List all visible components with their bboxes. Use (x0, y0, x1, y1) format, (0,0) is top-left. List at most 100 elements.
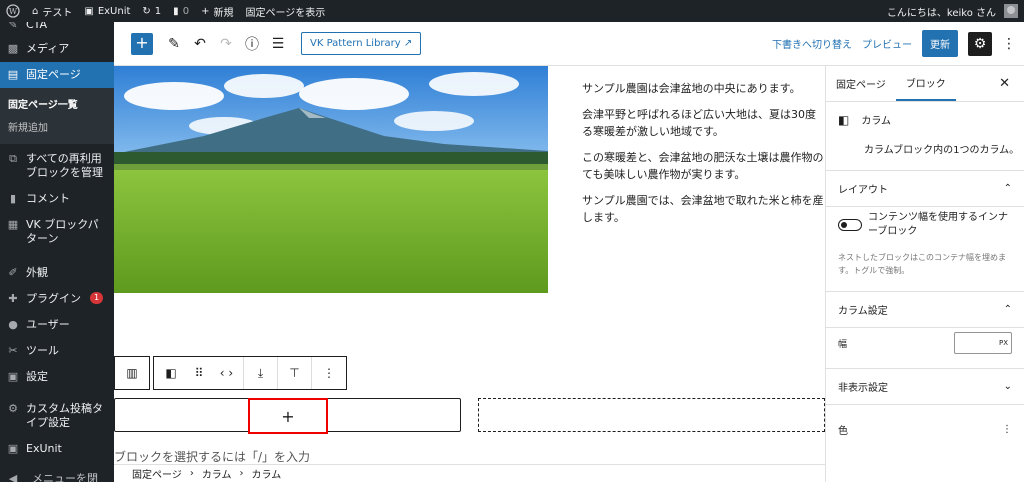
redo-icon[interactable]: ↷ (213, 36, 239, 52)
chevron-right-icon: › (239, 468, 244, 479)
layout-panel-header[interactable]: レイアウト ⌃ (826, 171, 1024, 207)
drag-handle-icon[interactable]: ⠿ (188, 357, 210, 389)
breadcrumb-item[interactable]: カラム (252, 466, 282, 481)
collapse-icon: ◀ (8, 472, 18, 482)
align-top-icon[interactable]: ⊤ (278, 357, 312, 389)
sidebar-item-comments[interactable]: ▮ コメント (0, 186, 114, 212)
user-account-link[interactable]: こんにちは、keiko さん (881, 0, 1024, 22)
block-options-icon[interactable]: ⋮ (312, 357, 346, 389)
paragraph[interactable]: この寒暖差と、会津盆地の肥沃な土壌は農作物の ても美味しい農作物が実ります。 (582, 149, 825, 183)
preview-button[interactable]: プレビュー (862, 36, 912, 51)
color-panel-header[interactable]: 色 ⋮ (826, 405, 1024, 453)
admin-sidebar: ✎ CTA ▩ メディア ▤ 固定ページ 固定ページ一覧 新規追加 ⧉ すべての再利用ブ… (0, 22, 114, 482)
column-settings-panel-header[interactable]: カラム設定 ⌃ (826, 292, 1024, 328)
switch-to-draft-button[interactable]: 下書きへ切り替え (772, 36, 852, 51)
column-block-icon[interactable]: ◧ (154, 357, 188, 389)
tab-block[interactable]: ブロック (895, 66, 956, 101)
width-label: 幅 (838, 339, 848, 350)
add-block-button[interactable]: + (248, 398, 328, 434)
sidebar-item-custom-post-types[interactable]: ⚙ カスタム投稿タイプ設定 (0, 396, 114, 436)
farm-landscape-image[interactable] (114, 66, 548, 293)
appearance-icon: ✐ (8, 266, 18, 279)
inner-blocks-width-toggle[interactable] (838, 219, 862, 231)
sidebar-collapse-menu[interactable]: ◀メニューを閉じる (0, 466, 114, 482)
avatar (1004, 4, 1018, 18)
vertical-align-icon[interactable]: ⤓ (244, 357, 278, 389)
tools-icon: ✂ (8, 344, 18, 357)
pages-icon: ▤ (7, 68, 19, 81)
new-content-link[interactable]: + 新規 (195, 0, 239, 22)
list-view-icon[interactable]: ☰ (265, 36, 291, 52)
sidebar-item-vk-block-patterns[interactable]: ▦ VK ブロックパターン (0, 212, 114, 252)
reusable-icon: ⧉ (9, 152, 17, 165)
plugins-update-badge: 1 (90, 292, 104, 304)
site-name-link[interactable]: ⌂ テスト (26, 0, 78, 22)
chevron-up-icon: ⌃ (1003, 183, 1012, 194)
paragraph[interactable]: 会津平野と呼ばれるほど広い大地は、夏は30度 る寒暖差が激しい地域です。 (582, 106, 825, 140)
plus-icon: + (201, 5, 210, 17)
more-options-icon[interactable]: ⋮ (1002, 36, 1016, 52)
block-tools-group: ◧ ⠿ ‹ › ⤓ ⊤ ⋮ (153, 356, 347, 390)
external-link-icon: ↗ (403, 38, 413, 49)
users-icon: ● (8, 318, 18, 331)
exunit-link[interactable]: ▣ ExUnit (78, 0, 136, 22)
breadcrumb-item[interactable]: 固定ページ (132, 466, 182, 481)
sidebar-item-plugins[interactable]: ✚ プラグイン 1 (0, 286, 114, 312)
updates-link[interactable]: ↻ 1 (136, 0, 167, 22)
parent-block-group: ▥ (114, 356, 150, 390)
sidebar-item-cta[interactable]: ✎ CTA (0, 22, 114, 36)
breadcrumb-item[interactable]: カラム (202, 466, 232, 481)
editor-toolbar: + ✎ ↶ ↷ ⓘ ☰ VK Pattern Library ↗ 下書きへ切り替… (114, 22, 1024, 66)
settings-sidebar: 固定ページ ブロック ✕ ◧ カラム カラムブロック内の1つのカラム。 レイアウ… (825, 66, 1024, 482)
info-icon[interactable]: ⓘ (239, 34, 265, 54)
exunit-icon: ▣ (84, 5, 94, 17)
sidebar-item-exunit[interactable]: ▣ ExUnit (0, 436, 114, 462)
settings-gear-icon[interactable]: ⚙ (968, 31, 992, 56)
vk-pattern-library-button[interactable]: VK Pattern Library ↗ (301, 32, 422, 55)
width-input[interactable]: PX (954, 332, 1012, 354)
block-description: カラムブロック内の1つのカラム。 (864, 145, 1020, 156)
submenu-add-new[interactable]: 新規追加 (0, 115, 114, 138)
editor-canvas: サンプル農園は会津盆地の中央にあります。 会津平野と呼ばれるほど広い大地は、夏は… (114, 66, 825, 482)
paragraph[interactable]: サンプル農園は会津盆地の中央にあります。 (582, 80, 825, 97)
comments-icon: ▮ (9, 192, 17, 205)
chevron-up-icon: ⌃ (1003, 304, 1012, 315)
tab-page[interactable]: 固定ページ (826, 66, 896, 101)
sidebar-item-appearance[interactable]: ✐ 外観 (0, 260, 114, 286)
edit-pencil-icon[interactable]: ✎ (161, 36, 187, 52)
select-parent-columns-icon[interactable]: ▥ (115, 357, 149, 389)
inspector-tabs: 固定ページ ブロック ✕ (826, 66, 1024, 102)
close-icon[interactable]: ✕ (999, 66, 1024, 101)
sidebar-item-tools[interactable]: ✂ ツール (0, 338, 114, 364)
more-options-icon[interactable]: ⋮ (1002, 424, 1012, 435)
sidebar-item-media[interactable]: ▩ メディア (0, 36, 114, 62)
breadcrumb: 固定ページ › カラム › カラム (114, 464, 825, 482)
move-left-right-icon[interactable]: ‹ › (210, 357, 244, 389)
sidebar-item-users[interactable]: ● ユーザー (0, 312, 114, 338)
view-page-link[interactable]: 固定ページを表示 (239, 0, 331, 22)
hidden-settings-panel-header[interactable]: 非表示設定 ⌄ (826, 369, 1024, 405)
grid-icon: ▦ (7, 218, 19, 231)
wordpress-logo-icon[interactable]: W (0, 0, 26, 22)
submenu-all-pages[interactable]: 固定ページ一覧 (0, 92, 114, 115)
paragraph-column[interactable]: サンプル農園は会津盆地の中央にあります。 会津平野と呼ばれるほど広い大地は、夏は… (582, 80, 825, 235)
column-block-icon: ◧ (838, 112, 850, 127)
sidebar-item-reusable-blocks[interactable]: ⧉ すべての再利用ブロックを管理 (0, 144, 114, 186)
undo-icon[interactable]: ↶ (187, 36, 213, 52)
block-placeholder[interactable]: ブロックを選択するには「/」を入力 (114, 448, 310, 465)
comment-icon: ▮ (173, 5, 179, 17)
update-button[interactable]: 更新 (922, 30, 958, 57)
comments-link[interactable]: ▮ 0 (167, 0, 195, 22)
block-inserter-button[interactable]: + (131, 32, 153, 55)
width-unit-select[interactable]: PX (999, 339, 1008, 347)
svg-text:W: W (9, 7, 18, 16)
sidebar-item-settings[interactable]: ▣ 設定 (0, 364, 114, 390)
cta-icon: ✎ (8, 22, 18, 31)
column-block-empty[interactable] (478, 398, 825, 432)
sidebar-item-pages[interactable]: ▤ 固定ページ (0, 62, 114, 88)
block-card: ◧ カラム カラムブロック内の1つのカラム。 (826, 102, 1024, 171)
gear-icon: ⚙ (8, 402, 18, 415)
pages-submenu: 固定ページ一覧 新規追加 (0, 88, 114, 144)
exunit-icon: ▣ (7, 442, 19, 455)
paragraph[interactable]: サンプル農園では、会津盆地で取れた米と柿を産 します。 (582, 192, 825, 226)
